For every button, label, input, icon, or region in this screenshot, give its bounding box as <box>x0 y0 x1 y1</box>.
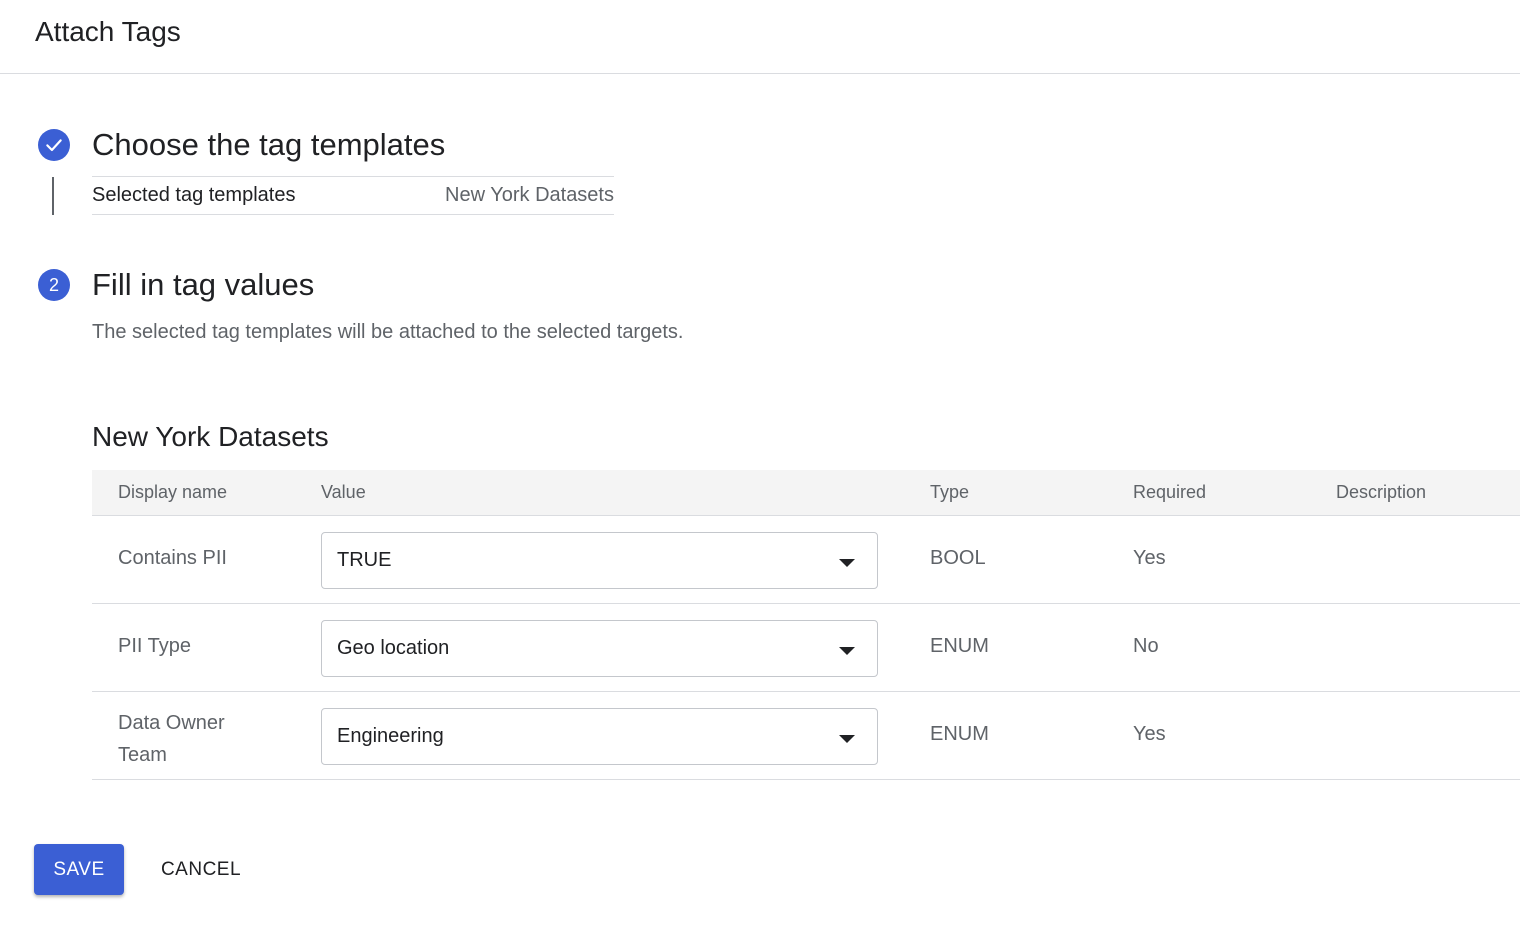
checkmark-glyph <box>46 139 62 152</box>
dropdown-arrow-icon <box>839 647 855 655</box>
row-type: ENUM <box>930 723 989 745</box>
page-title: Attach Tags <box>35 16 181 47</box>
column-header-required: Required <box>1133 482 1207 502</box>
row-display-name: Contains PII <box>118 547 227 569</box>
column-header-description: Description <box>1336 482 1427 502</box>
row-required: Yes <box>1133 547 1166 569</box>
cancel-button[interactable]: CANCEL <box>145 844 257 895</box>
column-header-display-name: Display name <box>118 482 228 502</box>
value-select[interactable]: TRUE <box>321 532 878 589</box>
step1-title: Choose the tag templates <box>92 127 446 162</box>
column-header-type: Type <box>930 482 970 502</box>
save-button[interactable]: SAVE <box>34 844 124 895</box>
summary-value: New York Datasets <box>445 184 614 206</box>
row-display-name: Data Owner Team <box>118 712 225 766</box>
table-row: Data Owner Team Engineering ENUM Yes <box>92 692 1520 780</box>
summary-label: Selected tag templates <box>92 184 296 206</box>
step-connector <box>52 177 54 215</box>
selected-templates-summary: Selected tag templates New York Datasets <box>92 176 614 215</box>
row-display-name: PII Type <box>118 635 192 657</box>
dropdown-arrow-icon <box>839 735 855 743</box>
dropdown-arrow-icon <box>839 559 855 567</box>
select-value: TRUE <box>337 549 392 571</box>
row-type: ENUM <box>930 635 989 657</box>
select-value: Engineering <box>337 725 444 747</box>
row-type: BOOL <box>930 547 986 569</box>
step2-number-badge: 2 <box>38 269 70 301</box>
row-required: Yes <box>1133 723 1166 745</box>
table-row: PII Type Geo location ENUM No <box>92 604 1520 692</box>
step2-description: The selected tag templates will be attac… <box>92 321 684 343</box>
table-header: Display name Value Type Required Descrip… <box>92 470 1520 516</box>
table-row: Contains PII TRUE BOOL Yes <box>92 516 1520 604</box>
row-required: No <box>1133 635 1159 657</box>
tag-values-table: Display name Value Type Required Descrip… <box>92 470 1520 780</box>
template-title: New York Datasets <box>92 421 329 452</box>
value-select[interactable]: Engineering <box>321 708 878 765</box>
select-value: Geo location <box>337 637 450 659</box>
page-header: Attach Tags <box>0 0 1520 74</box>
value-select[interactable]: Geo location <box>321 620 878 677</box>
step2-title: Fill in tag values <box>92 267 315 302</box>
check-icon <box>38 129 70 161</box>
column-header-value: Value <box>321 482 366 502</box>
